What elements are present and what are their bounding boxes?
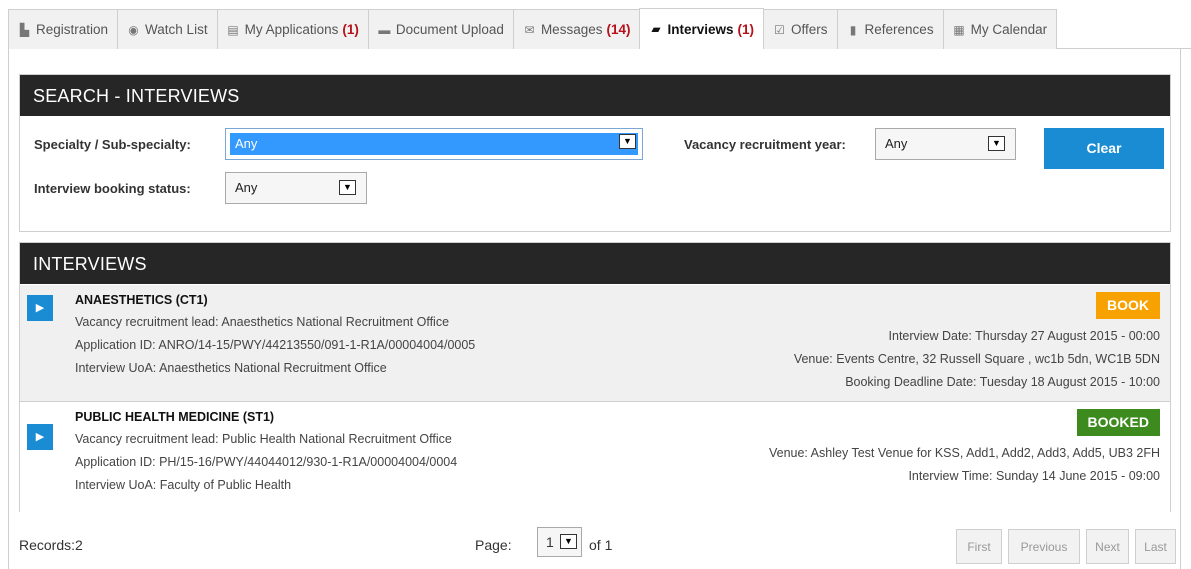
tab-count: (14) [606, 22, 631, 37]
interview-row: ▶ PUBLIC HEALTH MEDICINE (ST1) Vacancy r… [20, 402, 1170, 518]
tab-interviews[interactable]: ▰ Interviews (1) [639, 8, 765, 49]
tab-label: References [864, 22, 934, 37]
interview-uoa: Interview UoA: Anaesthetics National Rec… [75, 361, 387, 375]
tab-bar: ▙ Registration ◉ Watch List ▤ My Applica… [8, 8, 1191, 49]
booking-deadline: Booking Deadline Date: Tuesday 18 August… [845, 375, 1160, 389]
page-label: Page: [475, 537, 512, 553]
expand-arrow-icon[interactable]: ▶ [27, 424, 53, 450]
interview-venue: Venue: Ashley Test Venue for KSS, Add1, … [768, 446, 1160, 460]
tab-label: Watch List [145, 22, 208, 37]
previous-page-button[interactable]: Previous [1008, 529, 1080, 564]
recruitment-lead: Vacancy recruitment lead: Anaesthetics N… [75, 315, 450, 329]
interview-time: Interview Time: Sunday 14 June 2015 - 09… [908, 469, 1160, 483]
tab-messages[interactable]: ✉ Messages (14) [512, 9, 641, 49]
application-id: Application ID: ANRO/14-15/PWY/44213550/… [75, 338, 476, 352]
page-select[interactable]: 1 ▼ [537, 527, 582, 557]
interview-row: ▶ ANAESTHETICS (CT1) Vacancy recruitment… [20, 285, 1170, 402]
interviews-panel-title: INTERVIEWS [20, 243, 1170, 284]
interview-title: ANAESTHETICS (CT1) [75, 293, 208, 307]
chevron-down-icon: ▼ [988, 136, 1005, 151]
envelope-icon: ✉ [524, 22, 535, 37]
last-page-button[interactable]: Last [1135, 529, 1176, 564]
application-id: Application ID: PH/15-16/PWY/44044012/93… [75, 455, 458, 469]
interview-uoa: Interview UoA: Faculty of Public Health [75, 478, 292, 492]
booked-status-badge[interactable]: BOOKED [1076, 409, 1160, 436]
tab-count: (1) [342, 22, 359, 37]
records-count: Records:2 [19, 537, 83, 553]
specialty-label: Specialty / Sub-specialty: [34, 137, 191, 152]
document-icon: ▤ [227, 22, 239, 37]
folder-icon: ▬ [378, 22, 391, 37]
tab-label: My Calendar [970, 22, 1048, 37]
interview-venue: Venue: Events Centre, 32 Russell Square … [793, 352, 1160, 366]
search-panel-title: SEARCH - INTERVIEWS [20, 75, 1170, 116]
page-selected-value: 1 [546, 534, 554, 550]
tab-references[interactable]: ▮ References [836, 9, 944, 49]
tab-document-upload[interactable]: ▬ Document Upload [367, 9, 514, 49]
specialty-select[interactable]: Any ▼ [225, 128, 643, 160]
tab-label: Document Upload [395, 22, 504, 37]
tab-content: SEARCH - INTERVIEWS Specialty / Sub-spec… [8, 49, 1181, 569]
tab-label: My Applications [244, 22, 339, 37]
tab-count: (1) [737, 21, 755, 37]
search-panel: SEARCH - INTERVIEWS Specialty / Sub-spec… [19, 74, 1171, 232]
specialty-selected-value: Any [230, 133, 638, 155]
booking-status-select[interactable]: Any ▼ [225, 172, 367, 204]
year-label: Vacancy recruitment year: [684, 137, 846, 152]
tab-label: Interviews [667, 21, 734, 37]
clear-button[interactable]: Clear [1044, 128, 1164, 169]
interview-date: Interview Date: Thursday 27 August 2015 … [888, 329, 1160, 343]
chevron-down-icon: ▼ [560, 534, 577, 549]
recruitment-lead: Vacancy recruitment lead: Public Health … [75, 432, 452, 446]
tab-label: Offers [791, 22, 828, 37]
file-icon: ▮ [849, 22, 857, 37]
tab-watch-list[interactable]: ◉ Watch List [117, 9, 218, 49]
interview-title: PUBLIC HEALTH MEDICINE (ST1) [75, 410, 275, 424]
tab-my-applications[interactable]: ▤ My Applications (1) [216, 9, 369, 49]
check-square-icon: ☑ [774, 22, 785, 37]
briefcase-icon: ▰ [651, 22, 661, 36]
book-button[interactable]: BOOK [1096, 292, 1160, 319]
calendar-icon: ▦ [953, 22, 965, 37]
chevron-down-icon: ▼ [339, 180, 356, 195]
first-page-button[interactable]: First [956, 529, 1002, 564]
interviews-panel: INTERVIEWS ▶ ANAESTHETICS (CT1) Vacancy … [19, 242, 1171, 518]
booking-status-label: Interview booking status: [34, 181, 191, 196]
tab-label: Registration [36, 22, 109, 37]
year-select[interactable]: Any ▼ [875, 128, 1016, 160]
year-selected-value: Any [885, 136, 908, 151]
chevron-down-icon: ▼ [619, 134, 636, 149]
tab-label: Messages [540, 22, 603, 37]
tab-offers[interactable]: ☑ Offers [763, 9, 838, 49]
next-page-button[interactable]: Next [1086, 529, 1129, 564]
expand-arrow-icon[interactable]: ▶ [27, 295, 53, 321]
booking-selected-value: Any [235, 180, 258, 195]
building-icon: ▙ [19, 22, 30, 37]
page-of-label: of 1 [589, 537, 613, 553]
eye-icon: ◉ [128, 22, 139, 37]
tab-registration[interactable]: ▙ Registration [8, 9, 119, 49]
tab-my-calendar[interactable]: ▦ My Calendar [942, 9, 1058, 49]
